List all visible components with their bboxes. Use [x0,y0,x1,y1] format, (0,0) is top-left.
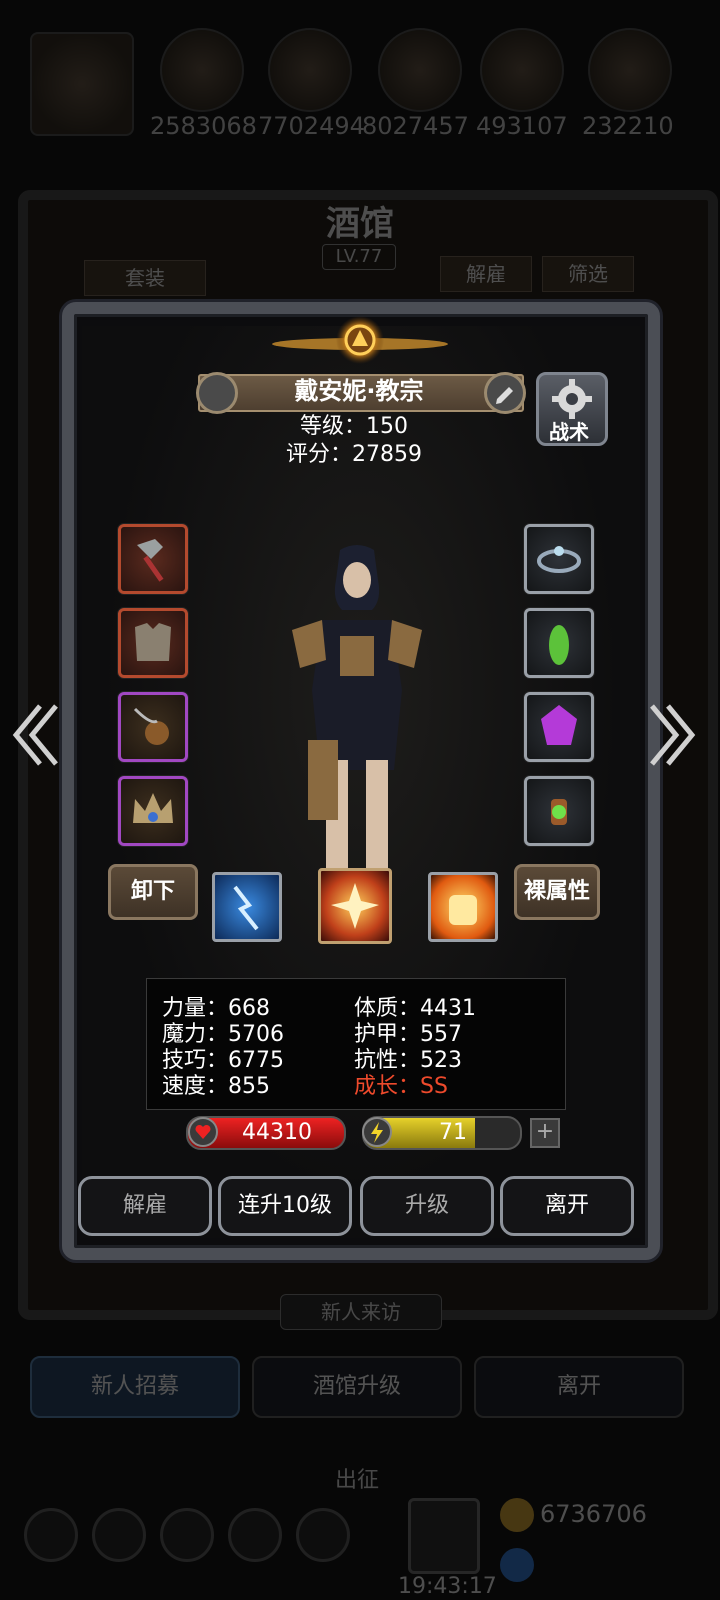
base-attributes-button[interactable]: 裸属性 [514,864,600,920]
resource-count-5: 232210 [582,112,674,140]
weapon-hammer-slot[interactable] [118,524,188,594]
bottom-nav-icon-1[interactable] [24,1508,78,1562]
hero-score: 评分：27859 [286,442,422,467]
resource-count-2: 7702494 [258,112,365,140]
level-up-10-button[interactable]: 连升10级 [218,1176,352,1236]
clock-time: 19:43:17 [398,1574,497,1599]
bg-leave-button[interactable]: 离开 [474,1356,684,1418]
bottom-nav-icon-2[interactable] [92,1508,146,1562]
green-charm-slot[interactable] [524,608,594,678]
set-button[interactable]: 套装 [84,260,206,296]
gem-icon [500,1548,534,1582]
resource-slot-5 [480,28,564,112]
leave-button[interactable]: 离开 [500,1176,634,1236]
growth-value: SS [420,1074,448,1099]
resource-count-1: 2583068 [150,112,257,140]
resource-slot-1 [30,32,134,136]
fire-fist-skill-icon[interactable] [428,872,498,942]
hero-name: 戴安妮·教宗 [294,377,424,405]
stat-speed: 速度：855 [162,1074,270,1099]
unequip-button[interactable]: 卸下 [108,864,198,920]
stat-growth: 成长：SS [354,1068,448,1100]
hero-character-portrait [292,545,422,870]
resource-slot-6 [588,28,672,112]
resource-slot-2 [160,28,244,112]
next-hero-arrow-icon[interactable] [648,700,698,770]
gift-icon[interactable] [408,1498,480,1574]
tavern-title: 酒馆 [326,204,394,244]
armor-chest-slot[interactable] [118,608,188,678]
tavern-upgrade-button[interactable]: 酒馆升级 [252,1356,462,1418]
bottom-nav-icon-3[interactable] [160,1508,214,1562]
resource-count-4: 493107 [476,112,568,140]
filter-button[interactable]: 筛选 [542,256,634,292]
recruit-button[interactable]: 新人招募 [30,1356,240,1418]
level-up-button[interactable]: 升级 [360,1176,494,1236]
bottom-nav-icon-4[interactable] [228,1508,282,1562]
sun-emblem-icon [272,316,448,364]
bg-dismiss-button[interactable]: 解雇 [440,256,532,292]
hp-value: 44310 [242,1120,312,1145]
tactics-label: 战术 [549,420,589,444]
gold-coin-icon [500,1498,534,1532]
gold-count: 6736706 [540,1500,647,1528]
resource-slot-4 [378,28,462,112]
new-visitor-label[interactable]: 新人来访 [280,1294,442,1330]
ring-slot[interactable] [524,524,594,594]
tavern-level: LV.77 [322,244,396,270]
resource-slot-3 [268,28,352,112]
necklace-slot[interactable] [118,692,188,762]
growth-label: 成长： [354,1074,421,1099]
add-energy-button[interactable]: + [530,1118,560,1148]
lightning-skill-icon[interactable] [212,872,282,942]
previous-hero-arrow-icon[interactable] [10,700,60,770]
radiant-star-skill-icon[interactable] [318,868,392,944]
lantern-slot[interactable] [524,776,594,846]
resource-count-3: 8027457 [362,112,469,140]
purple-gem-slot[interactable] [524,692,594,762]
bottom-nav-icon-5[interactable] [296,1508,350,1562]
dismiss-button[interactable]: 解雇 [78,1176,212,1236]
crown-slot[interactable] [118,776,188,846]
energy-value: 71 [439,1120,467,1145]
expedition-label[interactable]: 出征 [335,1462,379,1494]
